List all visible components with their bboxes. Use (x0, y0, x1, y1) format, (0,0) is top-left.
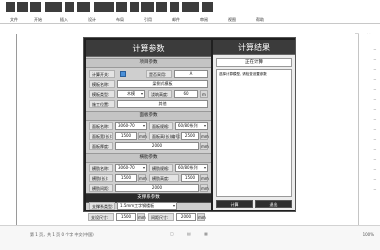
panel-width-unit: mm (138, 132, 147, 140)
rib-spacing-field[interactable]: 2000 (115, 184, 199, 192)
result-title: 计算结果 (213, 40, 295, 55)
template-name-field[interactable]: 梁侧式模板 (117, 80, 208, 88)
panel-thickness-field[interactable]: 2000 (115, 142, 199, 150)
status-text: 第 1 页，共 1 页 0 个字 中文(中国) (30, 232, 94, 237)
template-type-select[interactable]: 木模 (117, 90, 145, 98)
left-ruler (16, 34, 17, 225)
rib-section-title: 横肋参数 (86, 153, 211, 163)
pour-height-field[interactable]: 60 (174, 90, 198, 98)
brace-size-unit: mm (137, 213, 146, 221)
panel-section-title: 面板参数 (86, 111, 211, 121)
rib-height-field[interactable]: 1500 (181, 174, 199, 182)
rib-height-label: 横肋高度: (149, 174, 179, 182)
panel-height-unit: mm (200, 132, 209, 140)
rib-spacing-label: 横肋间距: (89, 184, 113, 192)
rib-spec-label: 横肋规格: (149, 164, 173, 172)
rib-name-label: 横肋名称: (89, 164, 113, 172)
ribbon-divider (0, 23, 380, 24)
parameter-pane: 计算参数 项目参数 计算开关: 是否采用: A 模板名称: 梁侧式模板 模板类型… (86, 40, 211, 210)
panel-thickness-unit: mm (200, 142, 209, 150)
pour-height-label: 浇筑高度: (148, 90, 172, 98)
status-bar: 第 1 页，共 1 页 0 个字 中文(中国) ▢ ▤ ▦ 100% (0, 225, 380, 250)
rib-spacing-unit: mm (200, 184, 209, 192)
title-strip (0, 0, 380, 15)
brace-spacing-label: 间距尺寸: (148, 213, 174, 221)
panel-width-field[interactable]: 1500 (115, 132, 137, 140)
panel-width-label: 面板宽(长): (89, 132, 113, 140)
zoom-level[interactable]: 100% (363, 232, 374, 237)
rib-length-label: 横肋(长): (89, 174, 113, 182)
location-field[interactable]: 其他 (117, 100, 208, 108)
exit-button[interactable]: 退出 (255, 200, 292, 208)
panel-name-label: 面板名称: (89, 122, 113, 130)
panel-height-field[interactable]: 2500 (181, 132, 199, 140)
result-message: 选择计算模型, 请检查设置参数 (219, 72, 267, 76)
rib-name-select[interactable]: 3060-70 (115, 164, 147, 172)
calc-dialog: 计算参数 项目参数 计算开关: 是否采用: A 模板名称: 梁侧式模板 模板类型… (83, 37, 296, 212)
side-ruler-ticks: ─ ─ ─ ─ ─ ─ ─ ─ ─ ─ ─ ─ ─ ─ ─ (373, 47, 376, 192)
right-page-edge (358, 34, 359, 225)
template-type-label: 模板类型: (89, 90, 115, 98)
rib-length-unit: mm (138, 174, 147, 182)
project-section-title: 项目参数 (86, 58, 211, 68)
title-ribbon-area: 文件 开始 插入 设计 布局 引用 邮件 审阅 视图 帮助 — □ ✕ (0, 0, 380, 39)
brace-type-select[interactable]: 1.5mm工字钢楼板 (117, 202, 177, 210)
brace-type-label: 支撑系类型: (89, 202, 115, 210)
calc-switch-checkbox[interactable] (120, 71, 126, 77)
panel-height-label: 面板高(长)编号: (149, 132, 180, 140)
panel-thickness-label: 面板厚度: (89, 142, 113, 150)
calc-switch-label: 计算开关: (89, 70, 115, 78)
adopt-field[interactable]: A (174, 70, 208, 78)
panel-spec-label: 面板规格: (149, 122, 173, 130)
calc-status-box: 正在计算 (216, 58, 292, 67)
brace-size-field[interactable]: 1500 (116, 213, 136, 221)
params-title: 计算参数 (86, 40, 211, 57)
rib-length-field[interactable]: 1500 (115, 174, 137, 182)
pour-height-unit: m (200, 90, 208, 98)
rib-spec-select[interactable]: 60/80系列 (175, 164, 208, 172)
panel-name-select[interactable]: 3060-70 (115, 122, 147, 130)
brace-spacing-field[interactable]: 2000 (176, 213, 196, 221)
brace-spacing-unit: mm (197, 213, 206, 221)
template-name-label: 模板名称: (89, 80, 115, 88)
calculate-button[interactable]: 计算 (216, 200, 253, 208)
view-mode-icons[interactable]: ▢ ▤ ▦ (170, 231, 214, 236)
result-pane: 计算结果 正在计算 选择计算模型, 请检查设置参数 计算 退出 (213, 40, 295, 210)
result-output[interactable]: 选择计算模型, 请检查设置参数 (216, 69, 292, 197)
location-label: 施工位置: (89, 100, 115, 108)
adopt-label: 是否采用: (146, 70, 172, 78)
panel-spec-select[interactable]: 60/80系列 (175, 122, 208, 130)
brace-size-label: 支设尺寸: (88, 213, 114, 221)
rib-height-unit: mm (200, 174, 209, 182)
